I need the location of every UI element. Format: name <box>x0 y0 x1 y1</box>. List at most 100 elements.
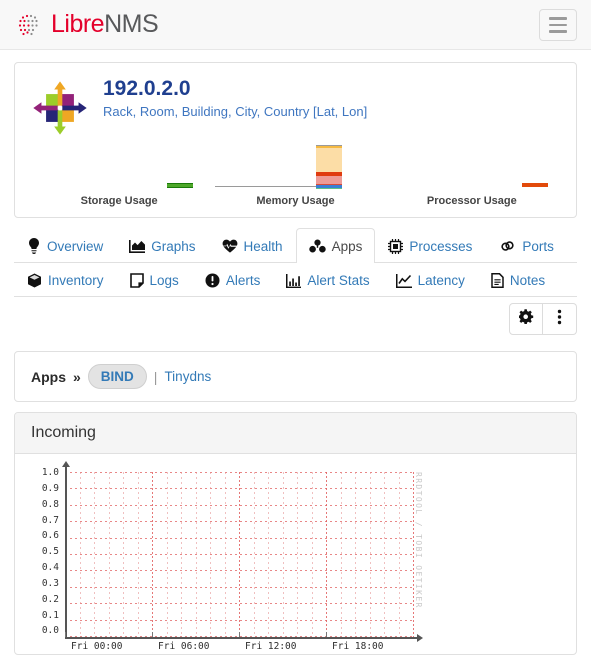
rrd-graph[interactable]: 1.0 0.9 0.8 0.7 0.6 0.5 0.4 0.3 0.2 0.1 … <box>25 461 455 654</box>
minigraph-storage[interactable]: Storage Usage <box>31 145 207 207</box>
grid-line-vertical-minor <box>181 472 182 637</box>
hamburger-icon-bar <box>549 23 567 27</box>
tab-label: Latency <box>417 273 465 288</box>
minigraph-processor[interactable]: Processor Usage <box>384 145 560 207</box>
device-tabs-row-2: Inventory Logs Alerts Alert Stats Latenc… <box>14 263 577 297</box>
x-axis-tick <box>65 632 66 637</box>
grid-line-vertical-minor <box>297 472 298 637</box>
app-button-bind[interactable]: BIND <box>87 364 147 389</box>
app-link-tinydns[interactable]: Tinydns <box>164 369 211 384</box>
grid-line-vertical-minor <box>340 472 342 637</box>
action-button-group <box>509 303 577 335</box>
tab-label: Alerts <box>225 273 261 288</box>
tab-label: Overview <box>47 238 104 254</box>
tab-label: Alert Stats <box>307 273 370 288</box>
processor-sparkline <box>384 145 560 190</box>
x-axis-tick <box>239 632 240 637</box>
tab-graphs[interactable]: Graphs <box>116 228 208 263</box>
tab-label: Apps <box>331 238 363 254</box>
tab-label: Ports <box>522 238 554 254</box>
tab-notes[interactable]: Notes <box>478 263 558 297</box>
heartbeat-icon <box>222 239 238 253</box>
tab-overview[interactable]: Overview <box>14 228 116 263</box>
minigraph-label: Storage Usage <box>80 195 158 207</box>
y-axis-labels: 1.0 0.9 0.8 0.7 0.6 0.5 0.4 0.3 0.2 0.1 … <box>25 468 59 636</box>
y-tick-label: 0.0 <box>41 625 59 637</box>
y-tick-label: 0.6 <box>41 530 59 542</box>
more-actions-button[interactable] <box>543 303 577 335</box>
tab-ports[interactable]: Ports <box>485 228 567 263</box>
brand-nms-text: NMS <box>104 10 159 38</box>
app-divider: | <box>153 368 158 385</box>
tab-apps[interactable]: Apps <box>295 228 376 263</box>
hamburger-menu-button[interactable] <box>539 9 577 41</box>
storage-sparkline-line <box>167 183 194 188</box>
device-minigraphs: Storage Usage Memory Usage Processor Usa… <box>31 144 560 207</box>
x-axis-line <box>65 634 423 641</box>
y-tick-label: 0.3 <box>41 577 59 589</box>
hamburger-icon-bar <box>549 30 567 33</box>
x-tick-label: Fri 06:00 <box>158 641 210 652</box>
plot-area <box>65 472 414 637</box>
y-tick-label: 0.5 <box>41 546 59 558</box>
y-tick-label: 0.2 <box>41 593 59 605</box>
tab-alerts[interactable]: Alerts <box>192 263 274 297</box>
device-actions-toolbar <box>14 297 577 343</box>
microchip-icon <box>388 238 404 254</box>
rrdtool-watermark: RRDTOOL / TOBI OETIKER <box>414 472 423 609</box>
tab-inventory[interactable]: Inventory <box>14 263 117 297</box>
tab-health[interactable]: Health <box>209 228 296 263</box>
minigraph-memory[interactable]: Memory Usage <box>207 144 383 207</box>
device-header-panel: 192.0.2.0 Rack, Room, Building, City, Co… <box>14 62 577 218</box>
tab-latency[interactable]: Latency <box>383 263 478 297</box>
grid-line-vertical-minor <box>108 472 110 637</box>
y-tick-label: 0.7 <box>41 514 59 526</box>
device-tabs-row-1: Overview Graphs Health Apps Processes Po… <box>14 228 577 263</box>
tab-logs[interactable]: Logs <box>117 263 192 297</box>
x-tick-label: Fri 00:00 <box>71 641 123 652</box>
grid-line-vertical-minor <box>137 472 139 637</box>
tab-alert-stats[interactable]: Alert Stats <box>273 263 382 297</box>
grid-line-vertical-minor <box>79 472 81 637</box>
grid-line-vertical-major <box>239 472 240 637</box>
minigraph-label: Processor Usage <box>426 195 517 207</box>
x-axis-labels: Fri 00:00 Fri 06:00 Fri 12:00 Fri 18:00 <box>25 641 455 654</box>
cube-icon <box>27 273 42 288</box>
y-tick-label: 0.9 <box>41 482 59 494</box>
librenms-brand[interactable]: LibreNMS <box>16 10 159 39</box>
memory-sparkline <box>207 144 383 190</box>
memory-stack <box>315 146 342 188</box>
gear-icon <box>517 309 534 329</box>
grid-line-vertical-minor <box>123 472 124 637</box>
tab-label: Health <box>243 238 283 254</box>
y-tick-label: 0.8 <box>41 498 59 510</box>
grid-line-vertical-minor <box>369 472 371 637</box>
memory-band-free <box>315 146 342 172</box>
grid-line-vertical-minor <box>224 472 226 637</box>
grid-line-vertical-minor <box>210 472 211 637</box>
grid-line-vertical-minor <box>195 472 197 637</box>
tab-label: Logs <box>149 273 179 288</box>
memory-band-cached <box>315 176 342 185</box>
processor-sparkline-line <box>521 183 548 187</box>
grid-line-vertical-minor <box>166 472 168 637</box>
apps-breadcrumb-label: Apps <box>31 368 66 385</box>
page-container: 192.0.2.0 Rack, Room, Building, City, Co… <box>0 50 591 655</box>
area-chart-icon <box>129 239 146 253</box>
breadcrumb-chevron-icon: » <box>73 368 81 385</box>
settings-button[interactable] <box>509 303 543 335</box>
tab-label: Graphs <box>151 238 196 254</box>
librenms-logo-icon <box>16 11 44 39</box>
line-chart-icon <box>395 273 412 288</box>
tab-processes[interactable]: Processes <box>375 228 485 263</box>
incoming-graph-panel: Incoming 1.0 0.9 0.8 0.7 0.6 0.5 0.4 0.3… <box>14 412 577 655</box>
tab-label: Notes <box>509 273 546 288</box>
vertical-ellipsis-icon <box>557 309 562 330</box>
grid-line-vertical-major <box>326 472 327 637</box>
minigraph-label: Memory Usage <box>256 195 335 207</box>
brand-wordmark: LibreNMS <box>51 10 159 38</box>
grid-line-vertical-minor <box>384 472 385 637</box>
device-hostname: 192.0.2.0 <box>103 77 191 100</box>
exclamation-circle-icon <box>205 273 220 288</box>
document-icon <box>491 273 504 288</box>
